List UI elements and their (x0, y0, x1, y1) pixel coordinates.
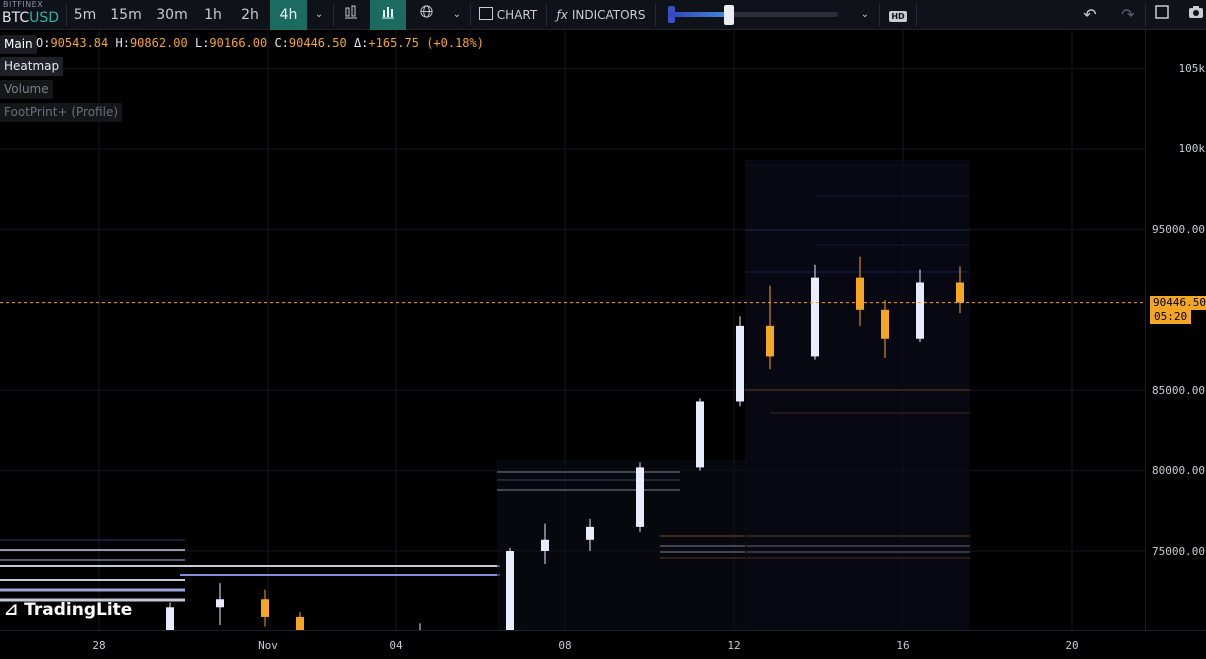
candle-body (766, 325, 774, 357)
time-axis[interactable]: 28 Nov 04 08 12 16 20 (0, 630, 1206, 659)
screenshot-camera-icon[interactable] (1186, 0, 1206, 30)
main-pane-label[interactable]: Main (0, 35, 37, 54)
candle-countdown-tag: 05:20 (1150, 310, 1192, 324)
hd-label: HD (889, 11, 907, 22)
candle-body (696, 401, 704, 468)
timeframe-5m[interactable]: 5m (70, 0, 100, 30)
layer-heatmap[interactable]: Heatmap (0, 57, 64, 76)
low-value: 90166.00 (209, 36, 268, 50)
y-tick: 105k (1178, 62, 1206, 75)
x-tick: 12 (727, 639, 741, 652)
candle-body (811, 277, 819, 357)
chart-button[interactable]: CHART (476, 0, 540, 30)
symbol-quote: USD (29, 10, 60, 26)
x-tick: 20 (1065, 639, 1079, 652)
x-tick: 04 (389, 639, 403, 652)
candle-body (541, 539, 549, 551)
price-axis[interactable]: 105k 100k 95000.00 85000.00 80000.00 750… (1145, 30, 1206, 630)
low-label: L: (194, 36, 210, 50)
open-label: O: (36, 36, 51, 50)
high-value: 90862.00 (129, 36, 188, 50)
x-tick: Nov (258, 639, 278, 652)
exchange-label: BITFINEX (3, 0, 44, 9)
candle-body (736, 325, 744, 402)
symbol-base: BTC (2, 10, 30, 26)
divider (66, 4, 67, 26)
logo-icon: ⊿ (4, 600, 19, 620)
slider-fill (670, 12, 730, 17)
timeframe-1h[interactable]: 1h (199, 0, 227, 30)
candles-icon[interactable] (337, 0, 365, 30)
timeframe-15m[interactable]: 15m (107, 0, 145, 30)
candle-body (856, 277, 864, 310)
timeframe-4h[interactable]: 4h (270, 0, 307, 30)
price-chart[interactable] (0, 30, 1145, 630)
x-tick: 08 (558, 639, 572, 652)
fullscreen-icon[interactable] (1152, 0, 1172, 30)
divider (470, 4, 471, 26)
candle-body (296, 616, 304, 630)
layer-footprint-profile[interactable]: FootPrint+ (Profile) (0, 103, 123, 122)
open-value: 90543.84 (50, 36, 109, 50)
bars-chart-icon[interactable] (370, 0, 406, 30)
divider (546, 4, 547, 26)
last-price-tag: 90446.50 (1150, 296, 1206, 310)
candle-body (586, 526, 594, 540)
timeframe-2h[interactable]: 2h (236, 0, 264, 30)
layer-volume[interactable]: Volume (0, 80, 53, 99)
y-tick: 100k (1178, 142, 1206, 155)
globe-chevron-down-icon[interactable]: ⌄ (447, 0, 467, 30)
close-value: 90446.50 (288, 36, 347, 50)
x-tick: 16 (896, 639, 910, 652)
indicators-button[interactable]: ƒx INDICATORS (553, 0, 649, 30)
candle-body (956, 282, 964, 303)
function-icon: ƒx (556, 8, 568, 22)
close-label: C: (274, 36, 289, 50)
candle-body (636, 467, 644, 527)
timeframe-30m[interactable]: 30m (152, 0, 192, 30)
globe-icon[interactable] (412, 0, 440, 30)
y-tick: 75000.00 (1152, 545, 1205, 558)
brand-label: TradingLite (24, 600, 133, 620)
undo-icon[interactable]: ↶ (1078, 0, 1102, 30)
redo-icon[interactable]: ↷ (1116, 0, 1140, 30)
divider (1145, 4, 1146, 26)
heatmap-region (745, 160, 970, 630)
candle-body (261, 599, 269, 617)
divider (655, 4, 656, 26)
slider-handle[interactable] (724, 5, 734, 25)
ohlc-legend: O:90543.84 H:90862.00 L:90166.00 C:90446… (36, 36, 484, 50)
y-tick: 85000.00 (1152, 384, 1205, 397)
slider-chevron-down-icon[interactable]: ⌄ (855, 0, 875, 30)
hd-toggle[interactable]: HD (887, 0, 909, 30)
chart-button-label: CHART (496, 8, 538, 22)
candle-body (506, 551, 514, 630)
x-tick: 28 (92, 639, 106, 652)
divider (879, 4, 880, 26)
high-label: H: (115, 36, 130, 50)
heatmap-intensity-slider[interactable] (668, 5, 838, 25)
indicators-button-label: INDICATORS (571, 8, 646, 22)
divider (333, 4, 334, 26)
timeframe-more-chevron-icon[interactable]: ⌄ (309, 0, 329, 30)
symbol-selector[interactable]: BTCUSD (2, 10, 59, 26)
candle-body (881, 309, 889, 339)
y-tick: 95000.00 (1152, 223, 1205, 236)
y-tick: 80000.00 (1152, 464, 1205, 477)
candle-body (166, 607, 174, 630)
divider (916, 4, 917, 26)
tradinglite-logo: ⊿ TradingLite (4, 600, 132, 620)
chart-layout-icon (478, 7, 493, 20)
delta-value: +165.75 (+0.18%) (368, 36, 484, 50)
candle-body (916, 282, 924, 339)
top-toolbar: BITFINEX BTCUSD 5m 15m 30m 1h 2h 4h ⌄ ⌄ … (0, 0, 1206, 30)
candle-body (216, 599, 224, 608)
heatmap-region (497, 460, 747, 630)
delta-label: Δ: (353, 36, 369, 50)
